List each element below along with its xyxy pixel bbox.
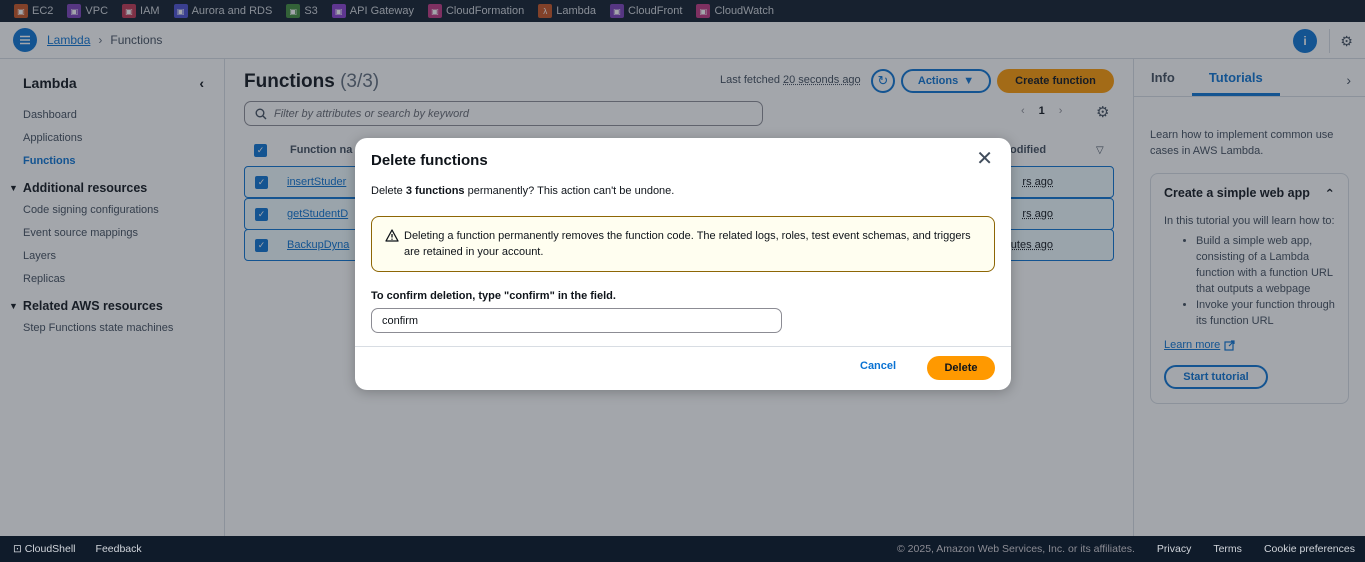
feedback-link[interactable]: Feedback (96, 543, 142, 555)
delete-button[interactable]: Delete (927, 356, 995, 380)
close-icon[interactable]: ✕ (976, 149, 993, 169)
divider (355, 346, 1011, 347)
confirm-input[interactable] (371, 308, 782, 333)
cloudshell-button[interactable]: ⊡ CloudShell (13, 543, 76, 555)
cancel-button[interactable]: Cancel (860, 360, 896, 372)
warning-alert: Deleting a function permanently removes … (371, 216, 995, 272)
terms-link[interactable]: Terms (1213, 543, 1242, 555)
copyright: © 2025, Amazon Web Services, Inc. or its… (897, 543, 1135, 555)
warning-text: Deleting a function permanently removes … (404, 230, 971, 258)
modal-title: Delete functions (371, 152, 488, 169)
footer: ⊡ CloudShell Feedback © 2025, Amazon Web… (0, 536, 1365, 562)
terminal-icon: ⊡ (13, 543, 22, 555)
warning-icon (385, 229, 399, 242)
modal-description: Delete 3 functions permanently? This act… (371, 185, 675, 197)
cookie-preferences-link[interactable]: Cookie preferences (1264, 543, 1355, 555)
privacy-link[interactable]: Privacy (1157, 543, 1191, 555)
delete-functions-modal: Delete functions ✕ Delete 3 functions pe… (355, 138, 1011, 390)
confirm-label: To confirm deletion, type "confirm" in t… (371, 290, 616, 302)
